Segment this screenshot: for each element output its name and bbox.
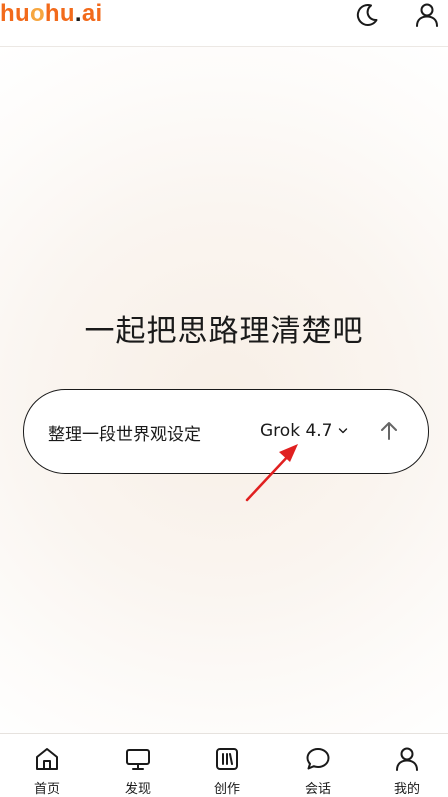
user-icon (396, 747, 418, 771)
bottom-nav: 首页 发现 创作 会话 我的 (0, 733, 448, 797)
nav-item-create[interactable]: 创作 (192, 734, 262, 797)
logo-char: u (14, 0, 30, 27)
nav-label: 首页 (33, 782, 60, 797)
profile-button[interactable] (412, 0, 442, 30)
logo-char: u (59, 0, 75, 27)
logo-char: i (95, 0, 103, 27)
logo-char: . (74, 0, 82, 27)
create-icon (216, 748, 238, 770)
model-label: Grok 4.7 (260, 421, 333, 441)
monitor-icon (126, 749, 150, 770)
logo[interactable]: huohu.ai (0, 2, 102, 32)
logo-char: h (44, 0, 60, 27)
nav-item-chat[interactable]: 会话 (283, 734, 353, 797)
nav-item-discover[interactable]: 发现 (103, 734, 173, 797)
logo-char: o (29, 0, 45, 27)
nav-label: 会话 (304, 782, 331, 797)
prompt-text[interactable]: 整理一段世界观设定 (48, 420, 201, 445)
nav-label: 我的 (393, 782, 420, 797)
arrow-up-icon (381, 422, 397, 440)
chat-icon (306, 748, 330, 770)
prompt-input-box[interactable]: 整理一段世界观设定 Grok 4.7 (23, 389, 429, 474)
home-icon (36, 748, 58, 770)
logo-char: a (81, 0, 96, 27)
theme-toggle-button[interactable] (352, 0, 382, 30)
moon-icon (356, 4, 378, 26)
chevron-down-icon (338, 427, 348, 435)
user-icon (416, 3, 438, 27)
nav-label: 发现 (124, 782, 151, 797)
model-selector[interactable]: Grok 4.7 (260, 421, 348, 441)
nav-label: 创作 (213, 782, 240, 797)
send-button[interactable] (374, 416, 404, 446)
hero-title: 一起把思路理清楚吧 (84, 314, 364, 349)
top-header: huohu.ai (0, 0, 448, 47)
nav-item-profile[interactable]: 我的 (372, 734, 442, 797)
nav-item-home[interactable]: 首页 (12, 734, 82, 797)
logo-char: h (0, 0, 15, 27)
